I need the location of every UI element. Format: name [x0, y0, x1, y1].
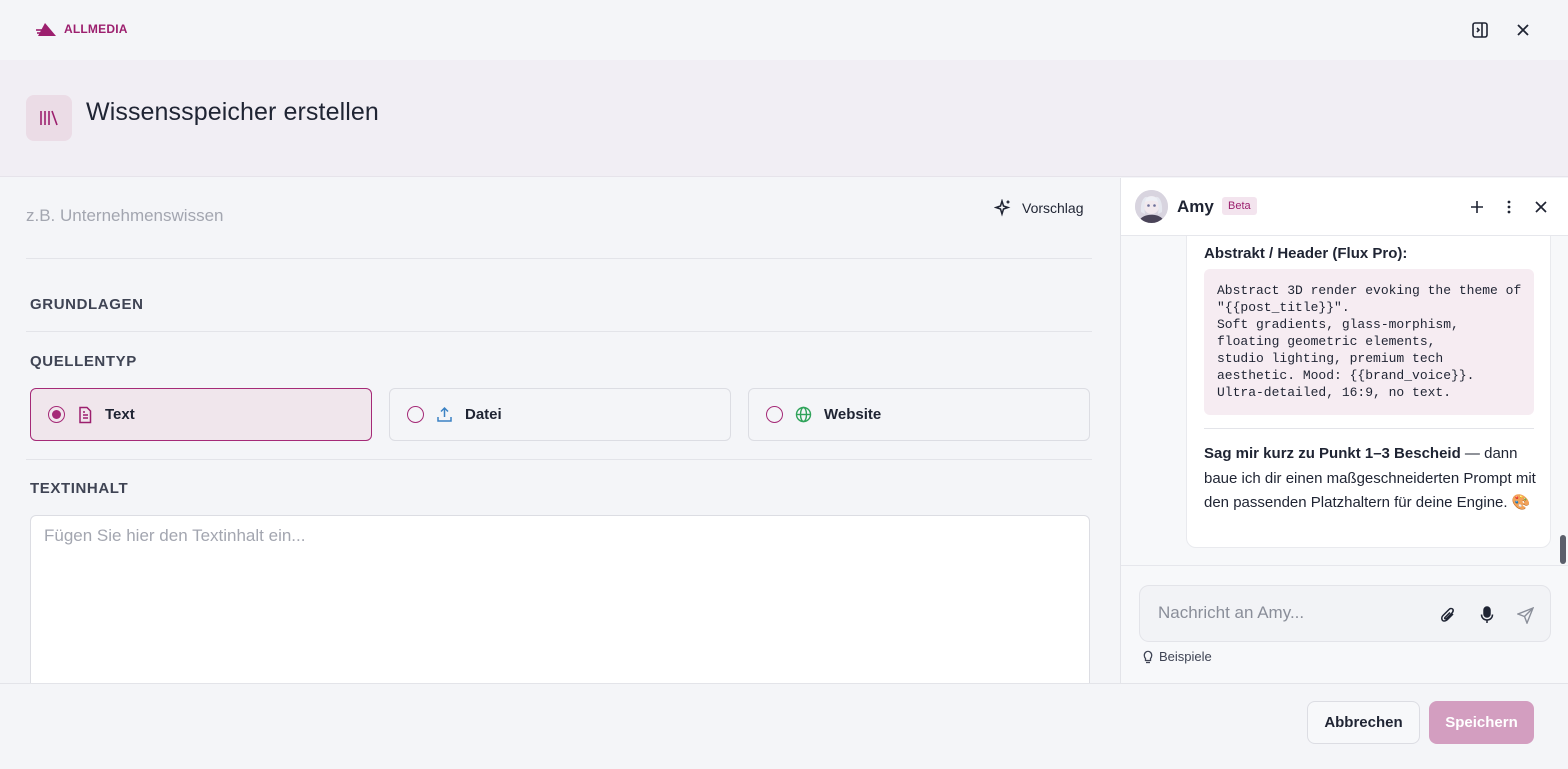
close-chat-icon[interactable] [1531, 197, 1551, 217]
allmedia-logo-icon [36, 23, 56, 36]
brand-name: ALLMEDIA [64, 22, 128, 36]
chat-scrollbar[interactable] [1560, 535, 1566, 564]
suggest-button[interactable]: Vorschlag [994, 198, 1083, 218]
paperclip-icon[interactable] [1438, 605, 1458, 625]
page-header: Wissensspeicher erstellen [0, 60, 1568, 177]
message-text: Sag mir kurz zu Punkt 1–3 Bescheid — dan… [1204, 442, 1539, 516]
radio-unselected[interactable] [766, 406, 783, 423]
suggest-label: Vorschlag [1022, 200, 1084, 216]
avatar [1135, 190, 1168, 223]
source-type-file[interactable]: Datei [389, 388, 731, 441]
chat-message-input[interactable]: Nachricht an Amy... [1158, 603, 1304, 623]
assistant-message: Abstrakt / Header (Flux Pro): Abstract 3… [1186, 236, 1551, 548]
lightbulb-icon [1143, 650, 1153, 663]
file-text-icon [79, 406, 92, 423]
panel-right-icon[interactable] [1468, 18, 1492, 42]
radio-unselected[interactable] [407, 406, 424, 423]
plus-icon[interactable] [1467, 197, 1487, 217]
name-input[interactable]: z.B. Unternehmenswissen [26, 206, 223, 226]
chat-header: Amy Beta [1121, 178, 1568, 236]
close-icon[interactable] [1511, 18, 1535, 42]
beta-badge: Beta [1222, 197, 1257, 215]
section-basics[interactable]: GRUNDLAGEN [30, 296, 144, 313]
chat-messages[interactable]: Abstrakt / Header (Flux Pro): Abstract 3… [1121, 236, 1568, 566]
knowledge-form: z.B. Unternehmenswissen Vorschlag GRUNDL… [0, 178, 1120, 683]
save-button[interactable]: Speichern [1429, 701, 1534, 744]
footer-bar: Abbrechen Speichern [0, 683, 1568, 769]
assistant-name: Amy [1177, 197, 1214, 216]
examples-label: Beispiele [1159, 649, 1212, 664]
section-text-content: TEXTINHALT [30, 480, 129, 497]
source-type-label: Datei [465, 406, 502, 423]
divider [26, 331, 1092, 332]
page-title: Wissensspeicher erstellen [86, 98, 379, 126]
source-type-website[interactable]: Website [748, 388, 1090, 441]
source-type-label: Text [105, 406, 135, 423]
section-source-type: QUELLENTYP [30, 353, 137, 370]
microphone-icon[interactable] [1477, 605, 1497, 625]
library-icon [26, 95, 72, 141]
code-block: Abstract 3D render evoking the theme of … [1204, 269, 1534, 415]
assistant-chat-panel: Amy Beta Abstrakt / Header (Flux Pro): A… [1120, 178, 1568, 683]
more-vertical-icon[interactable] [1499, 197, 1519, 217]
message-text-bold: Sag mir kurz zu Punkt 1–3 Bescheid [1204, 445, 1461, 462]
divider [26, 459, 1092, 460]
text-content-textarea[interactable]: Fügen Sie hier den Textinhalt ein... [30, 515, 1090, 683]
examples-button[interactable]: Beispiele [1143, 649, 1212, 664]
chat-composer: Nachricht an Amy... [1139, 585, 1551, 642]
message-divider [1204, 428, 1534, 429]
top-bar: ALLMEDIA [0, 0, 1568, 60]
cancel-button[interactable]: Abbrechen [1307, 701, 1420, 744]
allmedia-logo[interactable]: ALLMEDIA [36, 21, 128, 37]
message-heading: Abstrakt / Header (Flux Pro): [1204, 245, 1408, 262]
sparkles-icon [994, 199, 1011, 217]
globe-icon [795, 406, 812, 423]
radio-selected[interactable] [48, 406, 65, 423]
source-type-label: Website [824, 406, 882, 423]
divider [26, 258, 1092, 259]
upload-icon [437, 406, 452, 422]
send-icon[interactable] [1515, 605, 1535, 625]
source-type-text[interactable]: Text [30, 388, 372, 441]
